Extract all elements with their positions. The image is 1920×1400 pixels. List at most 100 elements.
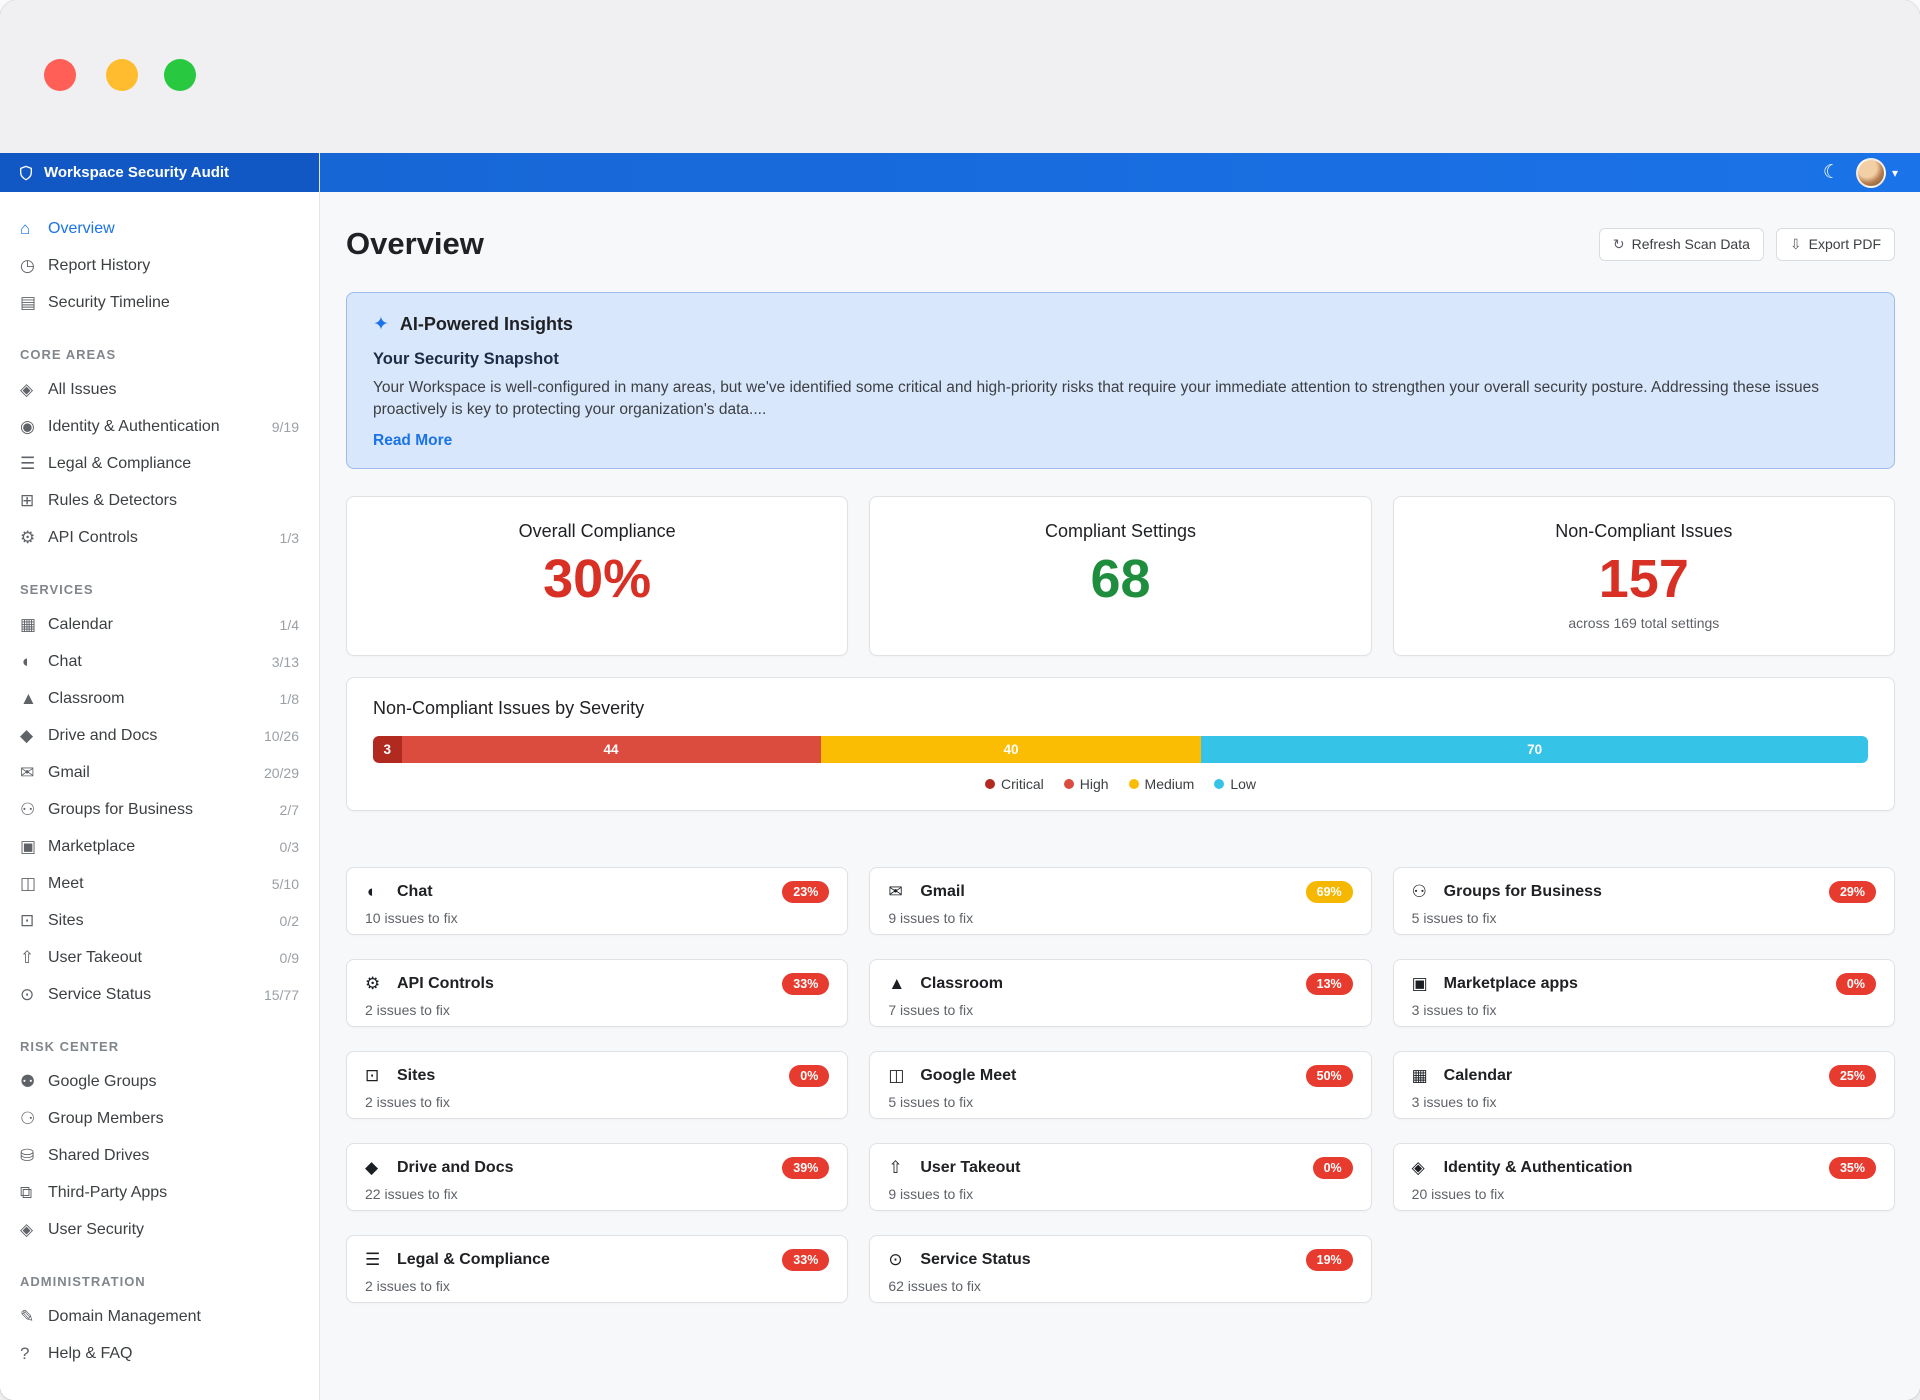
sidebar-item-chat[interactable]: ◖ Chat 3/13 bbox=[0, 643, 319, 680]
service-percent-badge: 0% bbox=[1836, 973, 1876, 995]
severity-segment-medium: 40 bbox=[821, 736, 1202, 763]
services-grid: ◖ Chat 23% 10 issues to fix ✉ Gmail 69% … bbox=[346, 867, 1895, 1343]
window-titlebar bbox=[0, 0, 1920, 153]
sidebar-item-sites[interactable]: ⊡ Sites 0/2 bbox=[0, 902, 319, 939]
sidebar-item-label: Identity & Authentication bbox=[48, 418, 264, 436]
service-card-service-status[interactable]: ⊙ Service Status 19% 62 issues to fix bbox=[869, 1235, 1371, 1303]
user-takeout-icon: ⇧ bbox=[888, 1158, 910, 1178]
sidebar-item-label: Marketplace bbox=[48, 838, 272, 856]
service-card-header: ◫ Google Meet 50% bbox=[888, 1065, 1352, 1087]
service-card-chat[interactable]: ◖ Chat 23% 10 issues to fix bbox=[346, 867, 848, 935]
sidebar-item-overview[interactable]: ⌂ Overview bbox=[0, 210, 319, 247]
service-issues-count: 2 issues to fix bbox=[365, 1278, 829, 1294]
service-issues-count: 7 issues to fix bbox=[888, 1002, 1352, 1018]
legend-label: Critical bbox=[1001, 776, 1044, 792]
sidebar-item-shared-drives[interactable]: ⛁ Shared Drives bbox=[0, 1137, 319, 1174]
sidebar-item-icon: ◉ bbox=[20, 417, 48, 437]
service-card-gmail[interactable]: ✉ Gmail 69% 9 issues to fix bbox=[869, 867, 1371, 935]
sidebar-item-count: 1/4 bbox=[280, 617, 299, 633]
sidebar-item-security-timeline[interactable]: ▤ Security Timeline bbox=[0, 284, 319, 321]
service-percent-badge: 50% bbox=[1306, 1065, 1353, 1087]
stat-card-compliant-settings: Compliant Settings 68 bbox=[869, 496, 1371, 656]
service-card-api-controls[interactable]: ⚙ API Controls 33% 2 issues to fix bbox=[346, 959, 848, 1027]
download-icon: ⇩ bbox=[1790, 236, 1802, 253]
app-window: Workspace Security Audit ⌂ Overview ◷ Re… bbox=[0, 0, 1920, 1400]
service-card-groups-for-business[interactable]: ⚇ Groups for Business 29% 5 issues to fi… bbox=[1393, 867, 1895, 935]
minimize-window-button[interactable] bbox=[106, 59, 138, 91]
service-issues-count: 9 issues to fix bbox=[888, 910, 1352, 926]
service-card-identity-authentication[interactable]: ◈ Identity & Authentication 35% 20 issue… bbox=[1393, 1143, 1895, 1211]
stat-label: Overall Compliance bbox=[347, 521, 847, 542]
sidebar-item-icon: ◫ bbox=[20, 874, 48, 894]
app-frame: Workspace Security Audit ⌂ Overview ◷ Re… bbox=[0, 153, 1920, 1400]
service-name: Google Meet bbox=[920, 1067, 1016, 1085]
stat-card-non-compliant-issues: Non-Compliant Issues 157 across 169 tota… bbox=[1393, 496, 1895, 656]
sidebar-item-icon: ⚉ bbox=[20, 1072, 48, 1092]
sidebar-item-drive-and-docs[interactable]: ◆ Drive and Docs 10/26 bbox=[0, 717, 319, 754]
sidebar-item-count: 1/8 bbox=[280, 691, 299, 707]
user-menu[interactable]: ▾ bbox=[1856, 158, 1898, 188]
service-card-classroom[interactable]: ▲ Classroom 13% 7 issues to fix bbox=[869, 959, 1371, 1027]
sidebar-item-icon: ◖ bbox=[20, 652, 48, 672]
service-card-marketplace-apps[interactable]: ▣ Marketplace apps 0% 3 issues to fix bbox=[1393, 959, 1895, 1027]
sidebar-item-third-party-apps[interactable]: ⧉ Third-Party Apps bbox=[0, 1174, 319, 1211]
sidebar-item-gmail[interactable]: ✉ Gmail 20/29 bbox=[0, 754, 319, 791]
service-card-google-meet[interactable]: ◫ Google Meet 50% 5 issues to fix bbox=[869, 1051, 1371, 1119]
avatar[interactable] bbox=[1856, 158, 1886, 188]
sidebar-item-count: 5/10 bbox=[272, 876, 299, 892]
sidebar-item-marketplace[interactable]: ▣ Marketplace 0/3 bbox=[0, 828, 319, 865]
service-percent-badge: 33% bbox=[782, 1249, 829, 1271]
sidebar-item-calendar[interactable]: ▦ Calendar 1/4 bbox=[0, 606, 319, 643]
sidebar-item-meet[interactable]: ◫ Meet 5/10 bbox=[0, 865, 319, 902]
sidebar-item-label: Service Status bbox=[48, 986, 256, 1004]
service-percent-badge: 19% bbox=[1306, 1249, 1353, 1271]
service-card-legal-compliance[interactable]: ☰ Legal & Compliance 33% 2 issues to fix bbox=[346, 1235, 848, 1303]
sidebar-item-service-status[interactable]: ⊙ Service Status 15/77 bbox=[0, 976, 319, 1013]
chevron-down-icon: ▾ bbox=[1892, 166, 1898, 180]
read-more-link[interactable]: Read More bbox=[373, 432, 452, 450]
service-percent-badge: 23% bbox=[782, 881, 829, 903]
sidebar-item-label: Google Groups bbox=[48, 1073, 291, 1091]
sidebar-item-google-groups[interactable]: ⚉ Google Groups bbox=[0, 1063, 319, 1100]
sidebar-item-user-takeout[interactable]: ⇧ User Takeout 0/9 bbox=[0, 939, 319, 976]
zoom-window-button[interactable] bbox=[164, 59, 196, 91]
sidebar-item-legal-compliance[interactable]: ☰ Legal & Compliance bbox=[0, 445, 319, 482]
legend-dot bbox=[1214, 779, 1224, 789]
legend-dot bbox=[1064, 779, 1074, 789]
service-name: Marketplace apps bbox=[1444, 975, 1578, 993]
sidebar-item-domain-management[interactable]: ✎ Domain Management bbox=[0, 1298, 319, 1335]
sidebar-item-all-issues[interactable]: ◈ All Issues bbox=[0, 371, 319, 408]
sidebar-item-label: Domain Management bbox=[48, 1308, 291, 1326]
service-card-drive-and-docs[interactable]: ◆ Drive and Docs 39% 22 issues to fix bbox=[346, 1143, 848, 1211]
security-snapshot-heading: Your Security Snapshot bbox=[373, 350, 1868, 369]
sidebar-item-api-controls[interactable]: ⚙ API Controls 1/3 bbox=[0, 519, 319, 556]
sidebar-item-label: User Security bbox=[48, 1221, 291, 1239]
sidebar-item-group-members[interactable]: ⚆ Group Members bbox=[0, 1100, 319, 1137]
sidebar-item-classroom[interactable]: ▲ Classroom 1/8 bbox=[0, 680, 319, 717]
service-percent-badge: 29% bbox=[1829, 881, 1876, 903]
refresh-scan-button[interactable]: ↻ Refresh Scan Data bbox=[1599, 228, 1764, 261]
shield-icon bbox=[18, 165, 34, 181]
dark-mode-toggle-icon[interactable]: ☾ bbox=[1823, 161, 1840, 184]
severity-segment-low: 70 bbox=[1201, 736, 1868, 763]
sidebar-section-risk-center: Risk Center bbox=[20, 1039, 299, 1054]
sidebar-item-user-security[interactable]: ◈ User Security bbox=[0, 1211, 319, 1248]
sidebar-item-icon: ? bbox=[20, 1344, 48, 1364]
groups-for-business-icon: ⚇ bbox=[1412, 882, 1434, 902]
sidebar: Workspace Security Audit ⌂ Overview ◷ Re… bbox=[0, 153, 320, 1400]
sidebar-item-icon: ⇧ bbox=[20, 948, 48, 968]
close-window-button[interactable] bbox=[44, 59, 76, 91]
export-pdf-button[interactable]: ⇩ Export PDF bbox=[1776, 228, 1895, 261]
sidebar-item-groups-for-business[interactable]: ⚇ Groups for Business 2/7 bbox=[0, 791, 319, 828]
service-card-calendar[interactable]: ▦ Calendar 25% 3 issues to fix bbox=[1393, 1051, 1895, 1119]
stat-value: 68 bbox=[870, 550, 1370, 609]
sidebar-section-core-areas: Core Areas bbox=[20, 347, 299, 362]
sidebar-item-identity-authentication[interactable]: ◉ Identity & Authentication 9/19 bbox=[0, 408, 319, 445]
sidebar-item-report-history[interactable]: ◷ Report History bbox=[0, 247, 319, 284]
sidebar-section-services: Services bbox=[20, 582, 299, 597]
sidebar-item-help-faq[interactable]: ? Help & FAQ bbox=[0, 1335, 319, 1372]
sidebar-item-rules-detectors[interactable]: ⊞ Rules & Detectors bbox=[0, 482, 319, 519]
service-card-sites[interactable]: ⊡ Sites 0% 2 issues to fix bbox=[346, 1051, 848, 1119]
service-card-user-takeout[interactable]: ⇧ User Takeout 0% 9 issues to fix bbox=[869, 1143, 1371, 1211]
legend-label: Medium bbox=[1145, 776, 1195, 792]
